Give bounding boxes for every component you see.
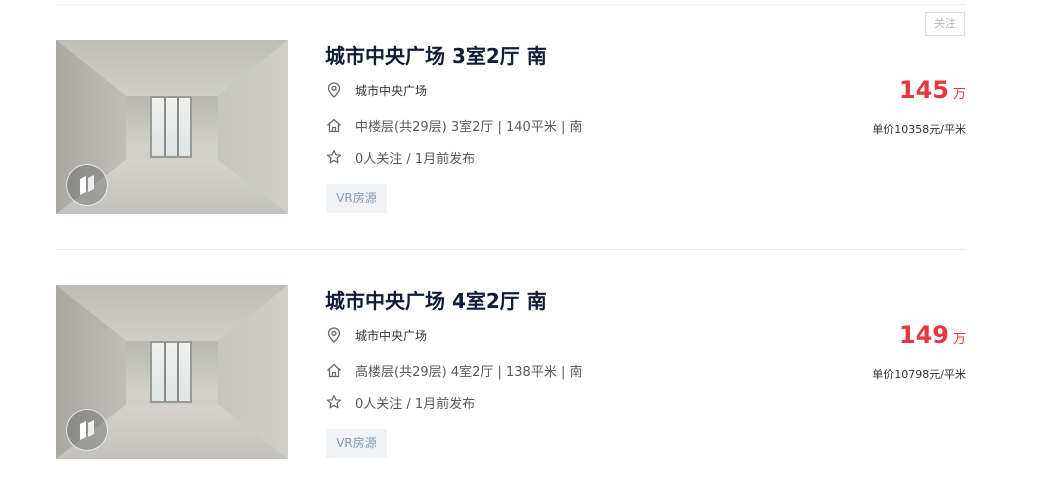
vr-badge-icon [66, 164, 108, 206]
listing-card: 城市中央广场 4室2厅 南 城市中央广场 高楼层(共29层) 4室2厅 | 13… [0, 285, 1043, 485]
listing-divider [56, 249, 966, 250]
follow-button[interactable]: 关注 [925, 12, 965, 36]
location-pin-icon [325, 81, 343, 99]
house-info-text: 高楼层(共29层) 4室2厅 | 138平米 | 南 [355, 364, 583, 380]
unit-price: 单价10358元/平米 [872, 123, 966, 136]
house-icon [325, 361, 343, 379]
listing-card: 城市中央广场 3室2厅 南 城市中央广场 中楼层(共29层) 3室2厅 | 14… [0, 40, 1043, 240]
price-value: 145 [898, 76, 949, 104]
price-unit: 万 [952, 332, 966, 347]
location-link[interactable]: 城市中央广场 [355, 82, 427, 99]
follow-info-text: 0人关注 / 1月前发布 [355, 396, 476, 412]
top-divider [56, 4, 966, 5]
location-row: 城市中央广场 [325, 80, 427, 100]
total-price: 145 万 [899, 76, 966, 104]
star-icon [325, 148, 343, 166]
total-price: 149 万 [899, 321, 966, 349]
house-icon [325, 116, 343, 134]
listing-photo[interactable] [56, 285, 288, 459]
house-info-row: 中楼层(共29层) 3室2厅 | 140平米 | 南 [325, 115, 582, 135]
listing-title[interactable]: 城市中央广场 4室2厅 南 [325, 285, 547, 314]
follow-info-row: 0人关注 / 1月前发布 [325, 392, 475, 412]
location-row: 城市中央广场 [325, 325, 427, 345]
follow-info-text: 0人关注 / 1月前发布 [355, 151, 476, 167]
star-icon [325, 393, 343, 411]
follow-info-row: 0人关注 / 1月前发布 [325, 147, 475, 167]
unit-price: 单价10798元/平米 [872, 368, 966, 381]
vr-tag: VR房源 [326, 184, 387, 213]
price-value: 149 [898, 321, 949, 349]
house-info-text: 中楼层(共29层) 3室2厅 | 140平米 | 南 [355, 119, 583, 135]
listing-title[interactable]: 城市中央广场 3室2厅 南 [325, 40, 547, 69]
location-pin-icon [325, 326, 343, 344]
vr-badge-icon [66, 409, 108, 451]
location-link[interactable]: 城市中央广场 [355, 327, 427, 344]
house-info-row: 高楼层(共29层) 4室2厅 | 138平米 | 南 [325, 360, 582, 380]
vr-tag: VR房源 [326, 429, 387, 458]
price-unit: 万 [952, 87, 966, 102]
listing-photo[interactable] [56, 40, 288, 214]
